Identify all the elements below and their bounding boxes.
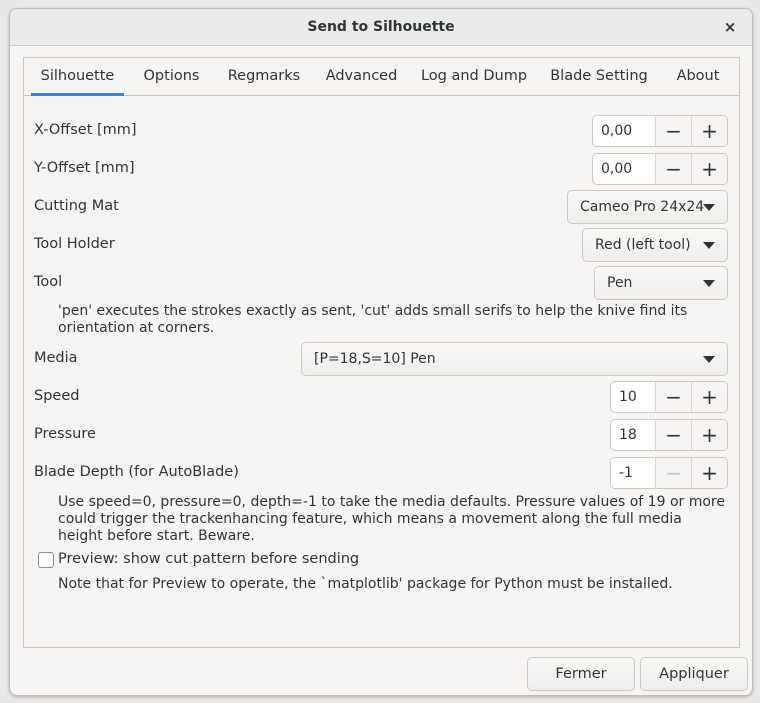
tab-bar: Silhouette Options Regmarks Advanced Log… (24, 58, 739, 96)
blade-depth-minus-icon: − (655, 458, 691, 488)
x-offset-minus-icon[interactable]: − (655, 116, 691, 146)
tool-note: 'pen' executes the strokes exactly as se… (58, 303, 688, 336)
tab-about[interactable]: About (667, 58, 729, 95)
chevron-down-icon (703, 356, 715, 363)
y-offset-minus-icon[interactable]: − (655, 154, 691, 184)
pressure-input[interactable]: 18 (611, 420, 655, 450)
x-offset-label: X-Offset [mm] (34, 122, 137, 138)
blade-depth-plus-icon[interactable]: + (691, 458, 727, 488)
preview-checkbox[interactable] (38, 552, 54, 568)
chevron-down-icon (703, 242, 715, 249)
tool-holder-dropdown[interactable]: Red (left tool) (582, 228, 728, 262)
media-label: Media (34, 350, 78, 366)
tab-advanced[interactable]: Advanced (319, 58, 404, 95)
y-offset-spinbutton: 0,00 − + (592, 153, 728, 185)
pressure-minus-icon[interactable]: − (655, 420, 691, 450)
tool-value: Pen (607, 275, 633, 291)
speed-input[interactable]: 10 (611, 382, 655, 412)
pressure-plus-icon[interactable]: + (691, 420, 727, 450)
pressure-spinbutton: 18 − + (610, 419, 728, 451)
x-offset-plus-icon[interactable]: + (691, 116, 727, 146)
defaults-note: Use speed=0, pressure=0, depth=-1 to tak… (58, 494, 725, 544)
tool-holder-label: Tool Holder (34, 236, 115, 252)
close-icon[interactable]: × (720, 9, 740, 45)
apply-button[interactable]: Appliquer (640, 657, 748, 691)
y-offset-input[interactable]: 0,00 (593, 154, 655, 184)
tool-holder-value: Red (left tool) (595, 237, 691, 253)
blade-depth-spinbutton: -1 − + (610, 457, 728, 489)
speed-plus-icon[interactable]: + (691, 382, 727, 412)
tab-regmarks[interactable]: Regmarks (221, 58, 307, 95)
tab-log-and-dump[interactable]: Log and Dump (417, 58, 531, 95)
speed-spinbutton: 10 − + (610, 381, 728, 413)
tool-dropdown[interactable]: Pen (594, 266, 728, 300)
cutting-mat-value: Cameo Pro 24x24 (580, 199, 705, 215)
media-value: [P=18,S=10] Pen (314, 351, 436, 367)
y-offset-label: Y-Offset [mm] (34, 160, 135, 176)
cutting-mat-label: Cutting Mat (34, 198, 119, 214)
preview-label[interactable]: Preview: show cut pattern before sending (58, 551, 359, 567)
x-offset-spinbutton: 0,00 − + (592, 115, 728, 147)
tab-silhouette[interactable]: Silhouette (31, 58, 124, 96)
cutting-mat-dropdown[interactable]: Cameo Pro 24x24 (567, 190, 728, 224)
x-offset-input[interactable]: 0,00 (593, 116, 655, 146)
blade-depth-label: Blade Depth (for AutoBlade) (34, 464, 239, 480)
pressure-label: Pressure (34, 426, 96, 442)
title-bar: Send to Silhouette × (10, 9, 752, 46)
tab-options[interactable]: Options (134, 58, 209, 95)
dialog-window: Send to Silhouette × Silhouette Options … (9, 8, 753, 696)
close-button[interactable]: Fermer (527, 657, 635, 691)
window-title: Send to Silhouette (307, 19, 455, 35)
tool-label: Tool (34, 274, 63, 290)
media-dropdown[interactable]: [P=18,S=10] Pen (301, 342, 728, 376)
chevron-down-icon (703, 204, 715, 211)
speed-minus-icon[interactable]: − (655, 382, 691, 412)
preview-note: Note that for Preview to operate, the `m… (58, 576, 673, 592)
tab-blade-setting[interactable]: Blade Setting (543, 58, 655, 95)
y-offset-plus-icon[interactable]: + (691, 154, 727, 184)
tab-notebook: Silhouette Options Regmarks Advanced Log… (23, 57, 740, 648)
blade-depth-input[interactable]: -1 (611, 458, 655, 488)
chevron-down-icon (703, 280, 715, 287)
speed-label: Speed (34, 388, 80, 404)
